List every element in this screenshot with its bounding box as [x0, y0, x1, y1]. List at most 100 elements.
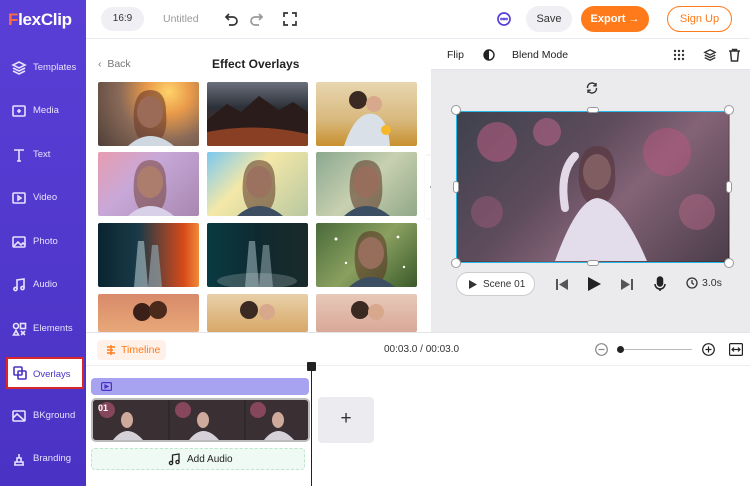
timeline-tab[interactable]: Timeline [97, 340, 166, 360]
overlay-thumbnail[interactable] [207, 152, 308, 216]
layers-icon[interactable] [703, 48, 717, 62]
grid-dots-icon[interactable] [673, 49, 685, 61]
previous-icon[interactable] [556, 279, 568, 290]
portrait-woman-image [237, 160, 283, 216]
overlay-track-clip[interactable] [91, 378, 309, 395]
audio-icon [13, 278, 25, 292]
sidebar-item-text[interactable]: Text [0, 136, 86, 174]
trash-icon[interactable] [728, 48, 741, 62]
sidebar-item-label: Video [33, 192, 58, 203]
sidebar-item-audio[interactable]: Audio [0, 266, 86, 304]
text-icon [14, 149, 24, 162]
add-audio-button[interactable]: Add Audio [91, 448, 305, 470]
resize-handle[interactable] [587, 260, 599, 266]
sidebar-item-label: Media [33, 105, 59, 116]
sidebar-item-video[interactable]: Video [0, 179, 86, 217]
clip-filmstrip-image [93, 400, 308, 440]
microphone-icon[interactable] [654, 276, 666, 292]
zoom-in-icon[interactable] [702, 343, 715, 356]
sidebar-item-media[interactable]: Media [0, 92, 86, 130]
zoom-out-icon[interactable] [595, 343, 608, 356]
sidebar-item-branding[interactable]: Branding [0, 440, 86, 478]
sidebar-item-label: Text [33, 149, 51, 160]
zoom-slider-track[interactable] [620, 349, 692, 350]
overlay-thumbnail[interactable] [207, 294, 308, 332]
panel-title: Effect Overlays [212, 57, 300, 71]
mountain-landscape-image [207, 96, 308, 146]
overlays-panel: ‹ Back Effect Overlays [86, 39, 431, 332]
export-label: Export [590, 13, 626, 25]
redo-icon[interactable] [249, 11, 265, 27]
overlay-thumbnail[interactable] [98, 223, 199, 287]
back-label: Back [107, 58, 131, 70]
add-scene-button[interactable]: + [318, 397, 374, 443]
sidebar-item-label: Elements [33, 323, 73, 334]
clock-icon [686, 277, 698, 289]
photo-icon [12, 236, 26, 248]
aspect-ratio-button[interactable]: 16:9 [101, 7, 144, 31]
branding-icon [14, 454, 24, 466]
dancers-fire-image [134, 241, 162, 287]
zoom-slider-thumb[interactable] [617, 346, 624, 353]
chevron-left-icon: ‹ [98, 58, 102, 70]
project-title[interactable]: Untitled [163, 13, 199, 25]
chat-support-icon[interactable] [496, 11, 512, 27]
playhead[interactable] [311, 362, 312, 486]
preview-area: Flip Blend Mode Scene 01 3.0s [431, 39, 750, 332]
save-button[interactable]: Save [526, 6, 572, 32]
blend-mode-icon[interactable] [483, 49, 495, 61]
layers-icon [11, 61, 27, 75]
scene-duration[interactable]: 3.0s [702, 277, 722, 289]
export-button[interactable]: Export → [581, 6, 649, 32]
elements-icon [12, 322, 27, 336]
top-toolbar: 16:9 Untitled Save Export → Sign Up [86, 0, 750, 39]
back-button[interactable]: ‹ Back [98, 58, 131, 70]
resize-handle[interactable] [451, 105, 461, 115]
undo-icon[interactable] [223, 11, 239, 27]
media-folder-icon [12, 105, 26, 117]
sidebar-item-bkground[interactable]: BKground [0, 397, 86, 435]
timeline-tracks: 01 + Add Audio [86, 366, 750, 486]
overlay-thumbnail[interactable] [316, 82, 417, 146]
blend-mode-button[interactable]: Blend Mode [512, 49, 568, 61]
sidebar-item-overlays[interactable]: Overlays [6, 357, 84, 389]
overlay-thumbnail[interactable] [98, 82, 199, 146]
sidebar-item-photo[interactable]: Photo [0, 223, 86, 261]
sidebar-item-elements[interactable]: Elements [0, 310, 86, 348]
app-logo[interactable]: FlexClip [8, 10, 72, 30]
sidebar-item-label: Templates [33, 62, 77, 73]
canvas-selected-element[interactable] [456, 111, 730, 263]
timeline-icon [107, 345, 115, 355]
couple-kissing-image [133, 301, 167, 321]
fullscreen-icon[interactable] [282, 11, 298, 27]
resize-handle[interactable] [724, 258, 734, 268]
resize-handle[interactable] [451, 258, 461, 268]
scene-selector[interactable]: Scene 01 [456, 272, 535, 296]
sidebar-item-label: Overlays [33, 369, 71, 380]
fit-timeline-icon[interactable] [729, 343, 743, 356]
sidebar-item-label: Photo [33, 236, 58, 247]
resize-handle[interactable] [726, 181, 732, 193]
overlay-thumbnail[interactable] [98, 152, 199, 216]
play-icon[interactable] [588, 277, 601, 291]
rotate-icon[interactable] [585, 81, 599, 95]
video-track-clip[interactable]: 01 [91, 398, 310, 442]
sidebar-item-templates[interactable]: Templates [0, 49, 86, 87]
resize-handle[interactable] [453, 181, 459, 193]
overlay-thumbnail[interactable] [207, 223, 308, 287]
flip-button[interactable]: Flip [447, 49, 464, 61]
overlay-thumbnail[interactable] [316, 294, 417, 332]
overlay-thumbnail[interactable] [98, 294, 199, 332]
timeline-header: Timeline 00:03.0 / 00:03.0 [86, 332, 750, 366]
sidebar: FlexClip Templates Media Text Video Phot… [0, 0, 86, 486]
next-icon[interactable] [621, 279, 633, 290]
resize-handle[interactable] [587, 107, 599, 113]
sign-up-button[interactable]: Sign Up [667, 6, 732, 32]
playhead-handle[interactable] [307, 362, 316, 371]
overlay-thumbnail[interactable] [316, 152, 417, 216]
overlay-thumbnail[interactable] [207, 82, 308, 146]
resize-handle[interactable] [724, 105, 734, 115]
video-icon [12, 192, 26, 204]
overlay-thumbnail[interactable] [316, 223, 417, 287]
music-note-icon [168, 453, 180, 466]
